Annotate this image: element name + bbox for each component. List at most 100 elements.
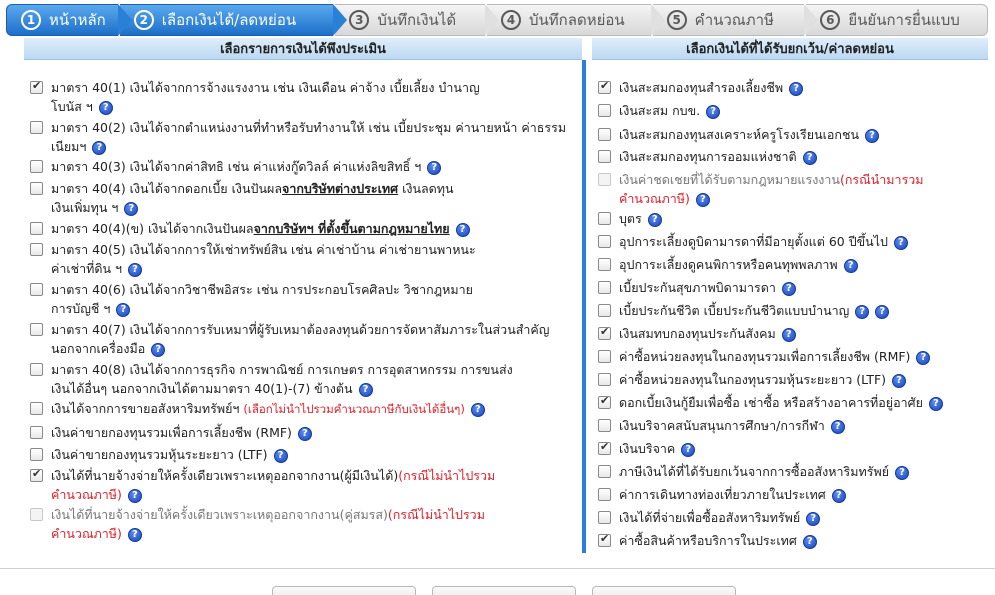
step-select-income[interactable]: 2 เลือกเงินได้/ลดหย่อน <box>119 4 347 36</box>
help-icon[interactable]: ? <box>647 212 662 227</box>
help-icon[interactable]: ? <box>706 104 721 119</box>
checkbox[interactable] <box>598 128 611 141</box>
checkbox[interactable] <box>30 182 43 195</box>
checkbox[interactable] <box>598 258 611 271</box>
checkbox[interactable] <box>598 511 611 524</box>
checkbox[interactable] <box>30 222 43 235</box>
help-icon[interactable]: ? <box>273 448 288 463</box>
checkbox[interactable] <box>30 363 43 376</box>
checkbox[interactable] <box>30 121 43 134</box>
checkbox[interactable] <box>598 150 611 163</box>
help-icon[interactable]: ? <box>802 150 817 165</box>
help-icon[interactable]: ? <box>470 402 485 417</box>
help-icon[interactable]: ? <box>806 511 821 526</box>
help-icon[interactable]: ? <box>127 527 142 542</box>
checkbox[interactable] <box>30 508 43 521</box>
checkbox[interactable] <box>598 173 611 186</box>
checkbox[interactable] <box>30 243 43 256</box>
list-item: ค่าซื้อสินค้าหรือบริการในประเทศ? <box>592 531 817 550</box>
checkbox[interactable] <box>598 488 611 501</box>
checkbox[interactable] <box>598 373 611 386</box>
list-item: ภาษีเงินได้ที่ได้รับยกเว้นจากการซื้ออสัง… <box>592 462 910 481</box>
help-icon[interactable]: ? <box>892 373 907 388</box>
list-item: เบี้ยประกันสุขภาพบิดามารดา? <box>592 278 796 297</box>
checkbox[interactable] <box>598 350 611 363</box>
checkbox[interactable] <box>598 304 611 317</box>
checkbox[interactable] <box>598 235 611 248</box>
checkbox[interactable] <box>30 283 43 296</box>
help-icon[interactable]: ? <box>855 304 870 319</box>
list-item: มาตรา 40(4)(ข) เงินได้จากเงินปันผลจากบริ… <box>24 219 470 238</box>
help-icon[interactable]: ? <box>98 100 113 115</box>
help-icon[interactable]: ? <box>427 160 442 175</box>
help-icon[interactable]: ? <box>124 201 139 216</box>
help-icon[interactable]: ? <box>789 81 804 96</box>
item-label: มาตรา 40(4)(ข) เงินได้จากเงินปันผล <box>51 221 254 236</box>
checkbox[interactable] <box>30 448 43 461</box>
help-icon[interactable]: ? <box>916 350 931 365</box>
item-label-cont: โบนัส ฯ <box>51 99 93 114</box>
checkbox[interactable] <box>598 419 611 432</box>
checkbox[interactable] <box>598 325 611 340</box>
help-icon[interactable]: ? <box>128 262 143 277</box>
help-icon[interactable]: ? <box>151 342 166 357</box>
checkbox[interactable] <box>598 440 611 455</box>
checkbox[interactable] <box>598 532 611 547</box>
step-label: คำนวณภาษี <box>694 11 774 29</box>
help-icon[interactable]: ? <box>781 327 796 342</box>
checkbox[interactable] <box>598 281 611 294</box>
list-item: เงินได้จากการขายอสังหาริมทรัพย์ฯ (เลือกไ… <box>24 399 485 419</box>
item-note: (เลือกไม่นำไปรวมคำนวณภาษีกับเงินได้อื่นๆ… <box>243 402 465 416</box>
step-home[interactable]: 1 หน้าหลัก <box>6 4 132 36</box>
item-label: เงินสะสม กบข. <box>619 103 701 118</box>
checkbox[interactable] <box>598 465 611 478</box>
help-icon[interactable]: ? <box>358 382 373 397</box>
help-icon[interactable]: ? <box>297 426 312 441</box>
help-icon[interactable]: ? <box>928 396 943 411</box>
help-icon[interactable]: ? <box>830 419 845 434</box>
help-icon[interactable]: ? <box>895 465 910 480</box>
help-icon[interactable]: ? <box>681 442 696 457</box>
help-icon[interactable]: ? <box>695 192 710 207</box>
list-item: เงินบริจาค? <box>592 439 696 458</box>
checkbox[interactable] <box>598 104 611 117</box>
help-icon[interactable]: ? <box>116 302 131 317</box>
list-item: เงินได้ที่นายจ้างจ่ายให้ครั้งเดียวเพราะเ… <box>24 466 495 504</box>
item-label: ค่าการเดินทางท่องเที่ยวภายในประเทศ <box>619 487 826 502</box>
checkbox[interactable] <box>30 467 43 482</box>
checkbox[interactable] <box>30 79 43 94</box>
save-draft-button[interactable] <box>432 586 576 595</box>
help-icon[interactable]: ? <box>893 235 908 250</box>
help-icon[interactable]: ? <box>455 222 470 237</box>
step-calculate-tax[interactable]: 5 คำนวณภาษี <box>652 4 819 36</box>
help-icon[interactable]: ? <box>802 534 817 549</box>
checkbox[interactable] <box>598 212 611 225</box>
step-record-deduction[interactable]: 4 บันทึกลดหย่อน <box>487 4 665 36</box>
list-item: มาตรา 40(2) เงินได้จากตำแหน่งงานที่ทำหรื… <box>24 118 566 156</box>
item-label-cont: การบัญชี ฯ <box>51 301 111 316</box>
checkbox[interactable] <box>598 79 611 94</box>
help-icon[interactable]: ? <box>875 304 890 319</box>
list-item: บุตร? <box>592 209 662 228</box>
checkbox[interactable] <box>30 402 43 415</box>
checkbox[interactable] <box>598 394 611 409</box>
next-button[interactable] <box>592 586 736 595</box>
item-label: ภาษีเงินได้ที่ได้รับยกเว้นจากการซื้ออสัง… <box>619 464 890 479</box>
help-icon[interactable]: ? <box>127 488 142 503</box>
step-record-income[interactable]: 3 บันทึกเงินได้ <box>335 4 499 36</box>
checkbox[interactable] <box>30 323 43 336</box>
help-icon[interactable]: ? <box>781 281 796 296</box>
back-button[interactable] <box>272 586 416 595</box>
item-label: ค่าซื้อหน่วยลงทุนในกองทุนรวมหุ้นระยะยาว … <box>619 372 887 387</box>
help-icon[interactable]: ? <box>865 128 879 143</box>
help-icon[interactable]: ? <box>92 140 107 155</box>
footer-divider <box>0 568 995 569</box>
item-note: (กรณีไม่นำไปรวม <box>387 507 485 522</box>
help-icon[interactable]: ? <box>831 488 846 503</box>
item-label: ค่าซื้อหน่วยลงทุนในกองทุนรวมเพื่อการเลี้… <box>619 349 911 364</box>
step-confirm-filing[interactable]: 6 ยืนยันการยื่นแบบ <box>806 4 988 36</box>
checkbox[interactable] <box>30 426 43 439</box>
help-icon[interactable]: ? <box>843 258 858 273</box>
checkbox[interactable] <box>30 160 43 173</box>
wizard-steps: 1 หน้าหลัก 2 เลือกเงินได้/ลดหย่อน 3 บันท… <box>6 4 990 36</box>
